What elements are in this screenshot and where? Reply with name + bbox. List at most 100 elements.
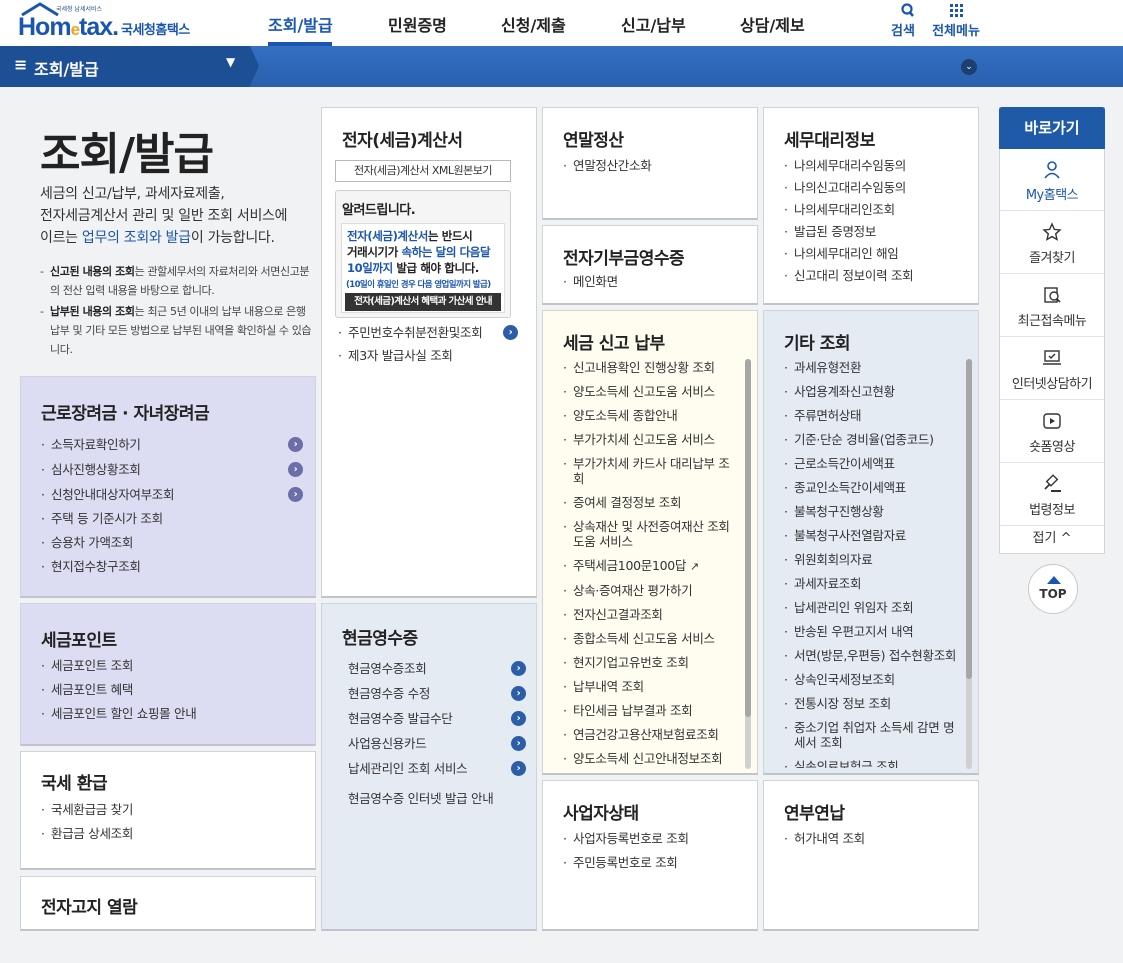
list-item[interactable]: 메인화면 (563, 274, 745, 289)
list-item[interactable]: 양도소득세 신고안내정보조회 (563, 751, 739, 766)
nav-item-certificate[interactable]: 민원증명 (388, 12, 447, 36)
list-item[interactable]: 사업용신용카드 › (342, 736, 526, 751)
quick-shortform-video[interactable]: 숏폼영상 (1000, 401, 1104, 463)
list-item[interactable]: 나의세무대리인 해임 (784, 246, 966, 261)
arrow-right-icon[interactable]: › (511, 761, 526, 776)
list-item[interactable]: 현금영수증 발급수단 › (342, 711, 526, 726)
arrow-right-icon[interactable]: › (511, 736, 526, 751)
list-item[interactable]: 심사진행상황조회› (41, 462, 303, 477)
list-item[interactable]: 종합소득세 신고도움 서비스 (563, 631, 739, 646)
list-item[interactable]: 서면(방문,우편등) 접수현황조회 (784, 648, 964, 663)
location-dropdown[interactable]: ≡ 조회/발급 ▼ (0, 46, 250, 87)
nav-item-application[interactable]: 신청/제출 (501, 12, 566, 36)
arrow-right-icon[interactable]: › (288, 487, 303, 502)
search-button[interactable]: 검색 (888, 2, 918, 39)
list-item[interactable]: 나의세무대리수임동의 (784, 158, 966, 173)
list-item[interactable]: 현금영수증조회 › (342, 661, 526, 676)
list-item[interactable]: 신고대리 정보이력 조회 (784, 268, 966, 283)
arrow-right-icon[interactable]: › (511, 711, 526, 726)
list-item[interactable]: 연금건강고용산재보험료조회 (563, 727, 739, 742)
list-item[interactable]: 위원회회의자료 (784, 552, 964, 567)
list-item[interactable]: 현금영수증 수정 › (342, 686, 526, 701)
list-item[interactable]: 타인세금 납부결과 조회 (563, 703, 739, 718)
quick-recent-menu[interactable]: 최근접속메뉴 (1000, 275, 1104, 337)
list-item[interactable]: 기준·단순 경비율(업종코드) (784, 432, 964, 447)
nav-item-inquiry[interactable]: 조회/발급 (268, 12, 333, 36)
quick-law-info[interactable]: 법령정보 (1000, 464, 1104, 526)
list-item[interactable]: 환급금 상세조회 (41, 826, 303, 841)
scrollbar[interactable] (745, 359, 751, 769)
hometax-logo[interactable]: 국세청 납세서비스 Hometax. 국세청홈택스 (18, 2, 218, 44)
list-item[interactable]: 제3자 발급사실 조회 (338, 348, 518, 363)
arrow-right-icon[interactable]: › (288, 437, 303, 452)
list-item[interactable]: 세금포인트 할인 쇼핑몰 안내 (41, 706, 303, 721)
fold-button[interactable]: 접기 ^ (1000, 525, 1104, 553)
list-item[interactable]: 상속재산 및 사전증여재산 조회 도움 서비스 (563, 519, 739, 549)
list-item[interactable]: 현금영수증 인터넷 발급 안내 (342, 791, 526, 806)
list-item[interactable]: 사업용계좌신고현황 (784, 384, 964, 399)
list-item[interactable]: 사업자등록번호로 조회 (563, 831, 745, 846)
box-other-inquiry: 기타 조회 과세유형전환 사업용계좌신고현황 주류면허상태 기준·단순 경비율(… (763, 310, 979, 775)
list-item[interactable]: 양도소득세 종합안내 (563, 408, 739, 423)
list-item[interactable]: 나의세무대리인조회 (784, 202, 966, 217)
list-item[interactable]: 납세관리인 조회 서비스 › (342, 761, 526, 776)
list-item[interactable]: 주택 등 기준시가 조회 (41, 511, 303, 526)
list-item[interactable]: 부가가치세 신고도움 서비스 (563, 432, 739, 447)
list-item[interactable]: 국세환급금 찾기 (41, 802, 303, 817)
list-item[interactable]: 과세유형전환 (784, 360, 964, 375)
list-item[interactable]: 신고내용확인 진행상황 조회 (563, 360, 739, 375)
list-item[interactable]: 양도소득세 신고도움 서비스 (563, 384, 739, 399)
quick-favorites[interactable]: 즐겨찾기 (1000, 212, 1104, 274)
list-item[interactable]: 중소기업 취업자 소득세 감면 명세서 조회 (784, 720, 964, 750)
list-item[interactable]: 근로소득간이세액표 (784, 456, 964, 471)
list-item[interactable]: 전통시장 정보 조회 (784, 696, 964, 711)
list-item[interactable]: 과세자료조회 (784, 576, 964, 591)
list-item[interactable]: 증여세 결정정보 조회 (563, 495, 739, 510)
list-item[interactable]: 주민등록번호로 조회 (563, 855, 745, 870)
link-list: 허가내역 조회 (784, 831, 966, 846)
scrollbar[interactable] (966, 359, 972, 769)
list-item[interactable]: 불복청구사전열람자료 (784, 528, 964, 543)
list-item[interactable]: 종교인소득간이세액표 (784, 480, 964, 495)
allmenu-button[interactable]: 전체메뉴 (930, 2, 982, 39)
arrow-right-icon[interactable]: › (503, 325, 518, 340)
arrow-right-icon[interactable]: › (511, 686, 526, 701)
list-item[interactable]: 반송된 우편고지서 내역 (784, 624, 964, 639)
box-e-notice-view[interactable]: 전자고지 열람 (20, 876, 316, 931)
scroll-top-button[interactable]: TOP (1028, 564, 1078, 614)
list-item[interactable]: 부가가치세 카드사 대리납부 조회 (563, 456, 739, 486)
nav-item-report-pay[interactable]: 신고/납부 (621, 12, 686, 36)
gavel-icon (1044, 474, 1061, 492)
list-item[interactable]: 상속·증여재산 평가하기 (563, 583, 739, 598)
quick-my-hometax[interactable]: My홈택스 (1000, 149, 1104, 211)
list-item[interactable]: 세금포인트 조회 (41, 658, 303, 673)
caret-down-icon: ▼ (226, 55, 236, 69)
list-item[interactable]: 실손의료보험금 조회 (784, 759, 964, 768)
list-item[interactable]: 소득자료확인하기› (41, 437, 303, 452)
list-item[interactable]: 나의신고대리수임동의 (784, 180, 966, 195)
xml-original-view-button[interactable]: 전자(세금)계산서 XML원본보기 (335, 160, 511, 182)
box-title: 세금 신고 납부 (563, 334, 665, 354)
nav-item-consult[interactable]: 상담/제보 (740, 12, 805, 36)
list-item[interactable]: 현지기업고유번호 조회 (563, 655, 739, 670)
list-item[interactable]: 현지접수창구조회 (41, 559, 303, 574)
list-item[interactable]: 발급된 증명정보 (784, 224, 966, 239)
list-item[interactable]: 세금포인트 혜택 (41, 682, 303, 697)
list-item[interactable]: 납세관리인 위임자 조회 (784, 600, 964, 615)
benefit-penalty-guide-button[interactable]: 전자(세금)계산서 혜택과 가산세 안내 (345, 293, 501, 311)
arrow-right-icon[interactable]: › (511, 661, 526, 676)
list-item[interactable]: 전자신고결과조회 (563, 607, 739, 622)
list-item[interactable]: 허가내역 조회 (784, 831, 966, 846)
list-item[interactable]: 주택세금100문100답 ↗ (563, 558, 739, 574)
list-item[interactable]: 승용차 가액조회 (41, 535, 303, 550)
chevron-down-icon[interactable]: ⌄ (961, 59, 977, 75)
list-item[interactable]: 불복청구진행상황 (784, 504, 964, 519)
list-item[interactable]: 상속인국세정보조회 (784, 672, 964, 687)
list-item[interactable]: 납부내역 조회 (563, 679, 739, 694)
list-item[interactable]: 주류면허상태 (784, 408, 964, 423)
list-item[interactable]: 신청안내대상자여부조회› (41, 487, 303, 502)
list-item[interactable]: 주민번호수취분전환및조회› (338, 325, 518, 340)
quick-online-consult[interactable]: 인터넷상담하기 (1000, 338, 1104, 400)
list-item[interactable]: 연말정산간소화 (563, 158, 745, 173)
arrow-right-icon[interactable]: › (288, 462, 303, 477)
